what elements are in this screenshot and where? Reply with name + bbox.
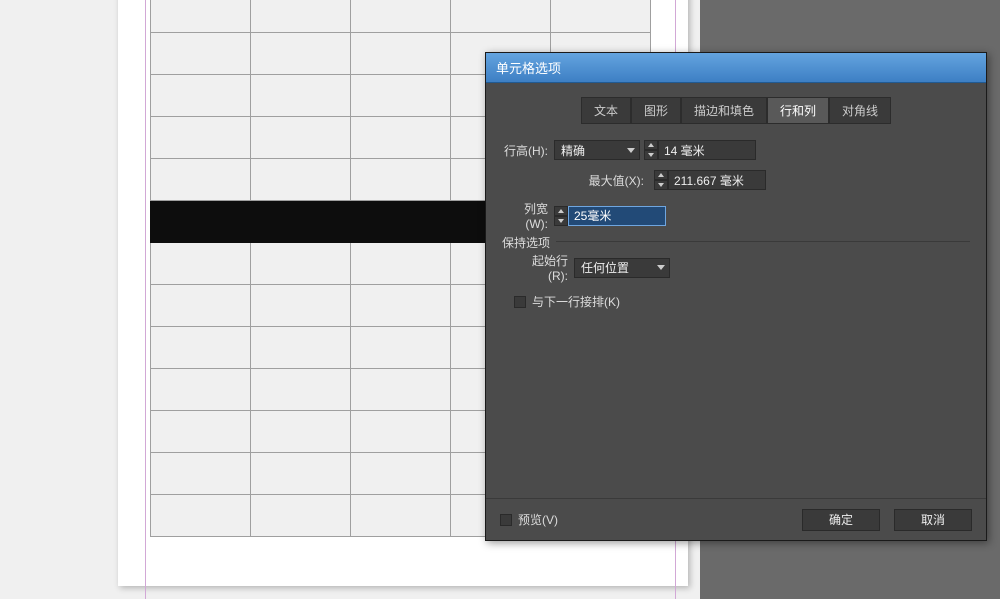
spinner-up[interactable] (654, 170, 668, 180)
row-height-max-input[interactable]: 211.667 毫米 (668, 170, 766, 190)
dialog-body: 文本 图形 描边和填色 行和列 对角线 行高(H): 精确 14 毫米 最大值(… (486, 83, 986, 498)
col-width-row: 列宽(W): 25毫米 (502, 200, 970, 231)
arrow-down-icon (558, 219, 564, 223)
start-row-label: 起始行(R): (514, 252, 574, 283)
spinner-down[interactable] (554, 216, 568, 226)
dialog-titlebar[interactable]: 单元格选项 (486, 53, 986, 83)
dialog-footer: 预览(V) 确定 取消 (486, 498, 986, 540)
col-width-value: 25毫米 (574, 207, 611, 224)
cancel-button[interactable]: 取消 (894, 509, 972, 531)
keep-with-next-row: 与下一行接排(K) (514, 293, 958, 310)
row-height-max-label: 最大值(X): (502, 172, 650, 189)
row-height-value: 14 毫米 (664, 142, 705, 159)
chevron-down-icon (657, 265, 665, 270)
arrow-down-icon (658, 183, 664, 187)
row-height-label: 行高(H): (502, 142, 554, 159)
row-height-row: 行高(H): 精确 14 毫米 (502, 140, 970, 160)
spinner-down[interactable] (654, 180, 668, 190)
start-row-value: 任何位置 (581, 259, 629, 276)
arrow-up-icon (658, 173, 664, 177)
tab-diagonal[interactable]: 对角线 (829, 97, 891, 124)
keep-with-next-checkbox[interactable] (514, 296, 526, 308)
start-row-row: 起始行(R): 任何位置 (514, 252, 958, 283)
tab-shape[interactable]: 图形 (631, 97, 681, 124)
row-height-spinner[interactable] (644, 140, 658, 160)
col-width-spinner[interactable] (554, 206, 568, 226)
cell-options-dialog: 单元格选项 文本 图形 描边和填色 行和列 对角线 行高(H): 精确 14 毫… (485, 52, 987, 541)
dialog-tabs: 文本 图形 描边和填色 行和列 对角线 (502, 97, 970, 124)
col-width-input[interactable]: 25毫米 (568, 206, 666, 226)
arrow-down-icon (648, 153, 654, 157)
row-height-mode-select[interactable]: 精确 (554, 140, 640, 160)
tab-rows-cols[interactable]: 行和列 (767, 97, 829, 124)
start-row-select[interactable]: 任何位置 (574, 258, 670, 278)
preview-wrapper: 预览(V) (500, 511, 558, 528)
row-height-max-row: 最大值(X): 211.667 毫米 (502, 170, 970, 190)
keep-options-fieldset: 保持选项 起始行(R): 任何位置 与下一行接排(K) (502, 241, 970, 322)
arrow-up-icon (558, 209, 564, 213)
row-height-input[interactable]: 14 毫米 (658, 140, 756, 160)
col-width-label: 列宽(W): (502, 200, 554, 231)
spinner-up[interactable] (644, 140, 658, 150)
spinner-down[interactable] (644, 150, 658, 160)
dialog-title: 单元格选项 (496, 58, 561, 77)
chevron-down-icon (627, 148, 635, 153)
table-row[interactable] (151, 0, 651, 33)
row-height-max-value: 211.667 毫米 (674, 172, 744, 189)
tab-text[interactable]: 文本 (581, 97, 631, 124)
preview-checkbox[interactable] (500, 514, 512, 526)
keep-with-next-label: 与下一行接排(K) (532, 293, 620, 310)
arrow-up-icon (648, 143, 654, 147)
tab-stroke-fill[interactable]: 描边和填色 (681, 97, 767, 124)
preview-label: 预览(V) (518, 511, 558, 528)
row-height-max-spinner[interactable] (654, 170, 668, 190)
row-height-mode-value: 精确 (561, 142, 585, 159)
guide-left (145, 0, 146, 599)
spinner-up[interactable] (554, 206, 568, 216)
keep-options-legend: 保持选项 (502, 234, 556, 251)
ok-button[interactable]: 确定 (802, 509, 880, 531)
